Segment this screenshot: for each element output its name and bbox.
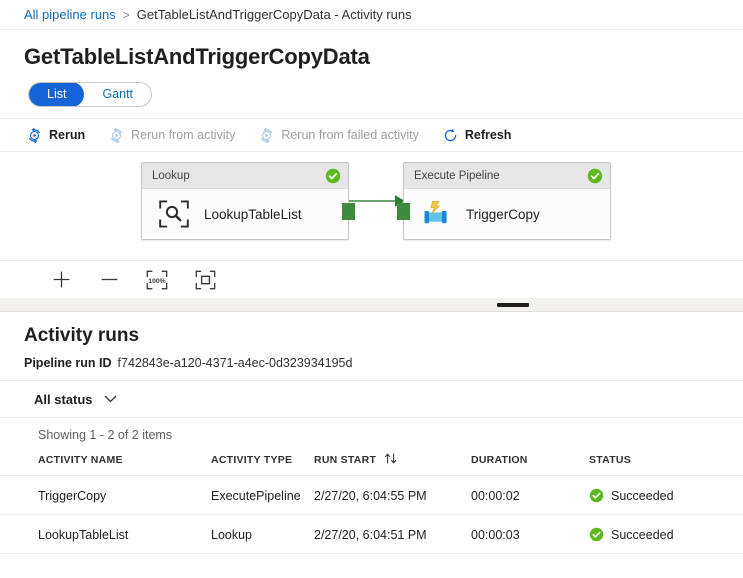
- rerun-from-activity-icon: [108, 127, 125, 144]
- cell-activity-type: ExecutePipeline: [211, 476, 314, 515]
- cell-status: Succeeded: [589, 515, 743, 554]
- lookup-icon: [158, 199, 190, 229]
- status-filter-label: All status: [34, 392, 93, 407]
- table-header-row: ACTIVITY NAME ACTIVITY TYPE RUN START DU…: [0, 453, 743, 476]
- status-badge: Succeeded: [611, 489, 674, 503]
- rerun-from-failed-activity-button[interactable]: Rerun from failed activity: [258, 119, 429, 151]
- breadcrumb-separator-icon: >: [123, 8, 130, 22]
- column-header-activity-type[interactable]: ACTIVITY TYPE: [211, 453, 314, 476]
- activity-runs-title: Activity runs: [0, 312, 743, 347]
- zoom-100-percent-icon: 100%: [146, 270, 168, 290]
- cell-run-start: 2/27/20, 6:04:55 PM: [314, 476, 471, 515]
- page-title: GetTableListAndTriggerCopyData: [0, 30, 743, 70]
- column-header-run-start[interactable]: RUN START: [314, 453, 471, 476]
- node-activity-name: TriggerCopy: [466, 207, 540, 222]
- canvas-node-lookup[interactable]: Lookup LookupTableList: [141, 162, 349, 240]
- rerun-from-failed-activity-label: Rerun from failed activity: [281, 128, 419, 142]
- success-status-icon: [589, 488, 604, 503]
- node-body: TriggerCopy: [404, 189, 610, 239]
- breadcrumb-current: GetTableListAndTriggerCopyData - Activit…: [137, 7, 412, 22]
- node-header: Lookup: [142, 163, 348, 189]
- zoom-out-button[interactable]: [88, 265, 130, 295]
- sort-arrows-icon: [384, 453, 399, 464]
- panel-splitter[interactable]: [0, 298, 743, 312]
- rerun-button[interactable]: Rerun: [26, 119, 95, 151]
- showing-count: Showing 1 - 2 of 2 items: [0, 418, 743, 442]
- refresh-icon: [442, 127, 459, 144]
- filter-bar: All status: [0, 380, 743, 418]
- svg-text:100%: 100%: [148, 278, 165, 285]
- status-filter-dropdown[interactable]: All status: [34, 392, 117, 407]
- view-toggle: List Gantt: [28, 82, 152, 107]
- node-input-handle[interactable]: [397, 203, 410, 220]
- command-bar: Rerun Rerun from activity Rerun from fai…: [0, 118, 743, 152]
- pipeline-run-id-label: Pipeline run ID: [24, 356, 112, 370]
- cell-activity-name: LookupTableList: [0, 515, 211, 554]
- success-status-icon: [587, 168, 603, 184]
- cell-activity-type: Lookup: [211, 515, 314, 554]
- pipeline-run-id-value: f742843e-a120-4371-a4ec-0d323934195d: [118, 356, 353, 370]
- rerun-button-label: Rerun: [49, 128, 85, 142]
- cell-duration: 00:00:02: [471, 476, 589, 515]
- cell-duration: 00:00:03: [471, 515, 589, 554]
- splitter-drag-handle[interactable]: [497, 303, 529, 307]
- status-badge: Succeeded: [611, 528, 674, 542]
- fit-to-screen-icon: [195, 270, 216, 290]
- rerun-from-activity-button[interactable]: Rerun from activity: [108, 119, 245, 151]
- cell-run-start: 2/27/20, 6:04:51 PM: [314, 515, 471, 554]
- column-header-activity-name[interactable]: ACTIVITY NAME: [0, 453, 211, 476]
- minus-icon: [100, 270, 119, 289]
- rerun-from-failed-activity-icon: [258, 127, 275, 144]
- table-row[interactable]: LookupTableList Lookup 2/27/20, 6:04:51 …: [0, 515, 743, 554]
- column-header-run-start-label: RUN START: [314, 454, 376, 466]
- node-body: LookupTableList: [142, 189, 348, 239]
- plus-icon: [52, 270, 71, 289]
- column-header-status[interactable]: STATUS: [589, 453, 743, 476]
- breadcrumb-link-all-pipeline-runs[interactable]: All pipeline runs: [24, 7, 116, 22]
- canvas-controls: 100%: [0, 260, 743, 298]
- pipeline-canvas[interactable]: Lookup LookupTableList: [0, 152, 743, 260]
- node-type-label: Lookup: [152, 170, 325, 182]
- refresh-button[interactable]: Refresh: [442, 119, 522, 151]
- zoom-to-fit-button[interactable]: [184, 265, 226, 295]
- refresh-button-label: Refresh: [465, 128, 512, 142]
- execute-pipeline-icon: [420, 199, 452, 229]
- column-header-duration[interactable]: DURATION: [471, 453, 589, 476]
- success-status-icon: [325, 168, 341, 184]
- view-toggle-list[interactable]: List: [29, 82, 84, 107]
- success-status-icon: [589, 527, 604, 542]
- view-toggle-gantt[interactable]: Gantt: [84, 82, 151, 107]
- node-type-label: Execute Pipeline: [414, 170, 587, 182]
- activity-runs-table: ACTIVITY NAME ACTIVITY TYPE RUN START DU…: [0, 453, 743, 554]
- chevron-down-icon: [104, 395, 117, 403]
- cell-status: Succeeded: [589, 476, 743, 515]
- canvas-node-execute-pipeline[interactable]: Execute Pipeline TriggerCopy: [403, 162, 611, 240]
- activity-runs-page: All pipeline runs > GetTableListAndTrigg…: [0, 0, 743, 578]
- breadcrumb: All pipeline runs > GetTableListAndTrigg…: [0, 0, 743, 30]
- zoom-100-button[interactable]: 100%: [136, 265, 178, 295]
- node-header: Execute Pipeline: [404, 163, 610, 189]
- pipeline-run-id: Pipeline run ID f742843e-a120-4371-a4ec-…: [0, 347, 743, 380]
- rerun-icon: [26, 127, 43, 144]
- zoom-in-button[interactable]: [40, 265, 82, 295]
- cell-activity-name: TriggerCopy: [0, 476, 211, 515]
- node-activity-name: LookupTableList: [204, 207, 302, 222]
- rerun-from-activity-label: Rerun from activity: [131, 128, 235, 142]
- table-row[interactable]: TriggerCopy ExecutePipeline 2/27/20, 6:0…: [0, 476, 743, 515]
